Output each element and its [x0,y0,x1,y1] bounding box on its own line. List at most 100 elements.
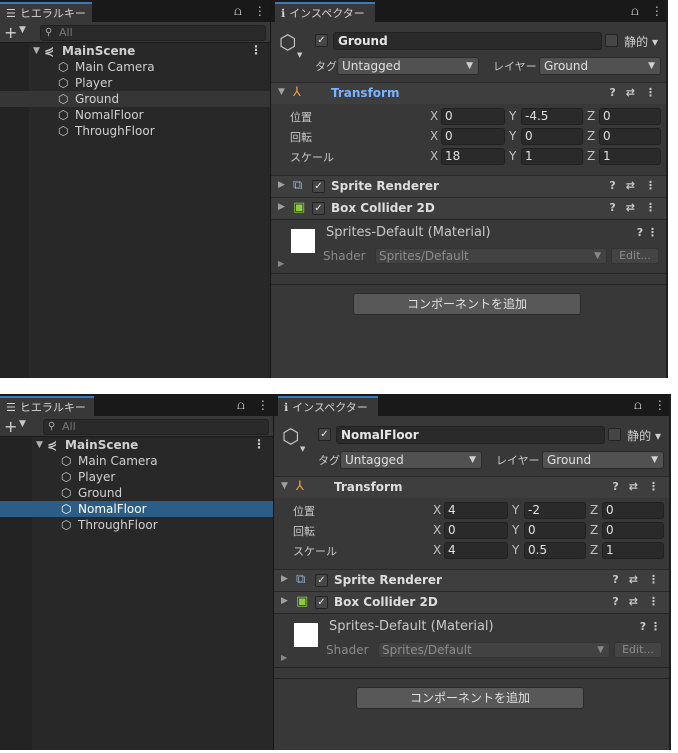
material-header-icons[interactable]: ? ⋮ [640,620,661,633]
hierarchy-item-throughfloor[interactable]: ⬡ ThroughFloor [0,517,273,533]
expand-arrow-icon[interactable]: ▼ [33,46,40,56]
axis-y-label[interactable]: Y [509,129,516,143]
help-icon[interactable]: ? [612,573,618,586]
axis-z-label[interactable]: Z [587,129,595,143]
rotation-z-field[interactable]: 0 [599,128,661,145]
help-icon[interactable]: ? [609,86,615,99]
scale-z-field[interactable]: 1 [599,148,661,165]
axis-x-label[interactable]: X [430,149,438,163]
hierarchy-item-player[interactable]: ⬡ Player [0,469,273,485]
tag-dropdown[interactable]: Untagged ▼ [337,57,479,75]
preset-icon[interactable]: ⇄ [626,86,635,99]
static-checkbox[interactable] [605,34,618,47]
static-dropdown[interactable]: 静的 ▾ [624,33,658,50]
help-icon[interactable]: ? [609,179,615,192]
gameobject-cube-icon[interactable]: ⬡ [282,424,299,448]
preset-icon[interactable]: ⇄ [629,480,638,493]
box-collider-enabled-checkbox[interactable]: ✓ [312,202,325,215]
fold-arrow-icon[interactable]: ▼ [278,87,285,97]
kebab-menu-icon[interactable]: ⋮ [254,4,266,19]
scale-x-field[interactable]: 18 [441,148,505,165]
position-y-field[interactable]: -4.5 [521,108,583,125]
transform-header[interactable]: ▼ ⅄ Transform ? ⇄ ⋮ [274,476,669,498]
axis-y-label[interactable]: Y [509,109,516,123]
hierarchy-item-throughfloor[interactable]: ⬡ ThroughFloor [0,123,270,139]
static-checkbox[interactable] [608,428,621,441]
kebab-menu-icon[interactable]: ⋮ [257,398,269,413]
axis-y-label[interactable]: Y [512,503,519,517]
shader-dropdown[interactable]: Sprites/Default ▼ [378,642,610,658]
fold-arrow-icon[interactable]: ▶ [281,574,288,584]
chevron-down-icon[interactable]: ▼ [300,445,305,453]
kebab-menu-icon[interactable]: ⋮ [651,4,663,19]
sprite-renderer-enabled-checkbox[interactable]: ✓ [312,180,325,193]
material-preview[interactable] [294,623,318,647]
scale-y-field[interactable]: 1 [521,148,583,165]
add-object-button[interactable]: + [4,23,17,42]
help-icon[interactable]: ? [640,620,646,633]
gameobject-cube-icon[interactable]: ⬡ [279,30,296,54]
axis-x-label[interactable]: X [433,523,441,537]
hierarchy-tab[interactable]: ☰ ヒエラルキー [0,396,94,416]
active-checkbox[interactable]: ✓ [318,428,331,441]
chevron-down-icon[interactable]: ▼ [19,25,26,35]
axis-x-label[interactable]: X [433,503,441,517]
box-collider-header[interactable]: ▶ ▣ ✓ Box Collider 2D ? ⇄ ⋮ [271,197,666,219]
hierarchy-item-ground[interactable]: ⬡ Ground [0,485,273,501]
lock-icon[interactable]: ⩍ [634,398,642,413]
axis-y-label[interactable]: Y [509,149,516,163]
axis-z-label[interactable]: Z [590,543,598,557]
object-name-input[interactable]: Ground [333,32,602,50]
kebab-menu-icon[interactable]: ⋮ [645,86,656,99]
chevron-down-icon[interactable]: ▼ [297,51,302,59]
box-collider-header[interactable]: ▶ ▣ ✓ Box Collider 2D ? ⇄ ⋮ [274,591,669,613]
hierarchy-item-main-camera[interactable]: ⬡ Main Camera [0,453,273,469]
scale-z-field[interactable]: 1 [602,542,664,559]
kebab-menu-icon[interactable]: ⋮ [648,573,659,586]
fold-arrow-icon[interactable]: ▶ [278,202,285,212]
rotation-y-field[interactable]: 0 [524,522,586,539]
axis-y-label[interactable]: Y [512,523,519,537]
preset-icon[interactable]: ⇄ [626,179,635,192]
axis-z-label[interactable]: Z [590,503,598,517]
hierarchy-tab[interactable]: ☰ ヒエラルキー [0,2,92,22]
axis-x-label[interactable]: X [433,543,441,557]
sprite-renderer-header[interactable]: ▶ ⧉ ✓ Sprite Renderer ? ⇄ ⋮ [271,175,666,197]
inspector-tab[interactable]: ℹ インスペクター [278,396,378,416]
scale-x-field[interactable]: 4 [444,542,508,559]
axis-z-label[interactable]: Z [587,109,595,123]
kebab-menu-icon[interactable]: ⋮ [645,179,656,192]
box-collider-enabled-checkbox[interactable]: ✓ [315,596,328,609]
position-x-field[interactable]: 0 [441,108,505,125]
axis-y-label[interactable]: Y [512,543,519,557]
preset-icon[interactable]: ⇄ [626,201,635,214]
hierarchy-item-ground[interactable]: ⬡ Ground [0,91,270,107]
sprite-renderer-enabled-checkbox[interactable]: ✓ [315,574,328,587]
axis-z-label[interactable]: Z [587,149,595,163]
axis-x-label[interactable]: X [430,129,438,143]
lock-icon[interactable]: ⩍ [237,398,245,413]
active-checkbox[interactable]: ✓ [315,34,328,47]
help-icon[interactable]: ? [609,201,615,214]
fold-arrow-icon[interactable]: ▼ [281,481,288,491]
kebab-menu-icon[interactable]: ⋮ [645,201,656,214]
help-icon[interactable]: ? [637,226,643,239]
position-y-field[interactable]: -2 [524,502,586,519]
add-object-button[interactable]: + [4,417,17,436]
position-x-field[interactable]: 4 [444,502,508,519]
rotation-x-field[interactable]: 0 [441,128,505,145]
rotation-y-field[interactable]: 0 [521,128,583,145]
hierarchy-item-main-camera[interactable]: ⬡ Main Camera [0,59,270,75]
kebab-menu-icon[interactable]: ⋮ [654,398,666,413]
rotation-x-field[interactable]: 0 [444,522,508,539]
fold-arrow-icon[interactable]: ▶ [278,180,285,190]
inspector-tab[interactable]: ℹ インスペクター [275,2,375,22]
kebab-menu-icon[interactable]: ⋮ [648,480,659,493]
material-header-icons[interactable]: ? ⋮ [637,226,658,239]
sprite-renderer-header[interactable]: ▶ ⧉ ✓ Sprite Renderer ? ⇄ ⋮ [274,569,669,591]
preset-icon[interactable]: ⇄ [629,595,638,608]
scene-row[interactable]: ▼ ⋞ MainScene ⋮ [0,437,273,453]
lock-icon[interactable]: ⩍ [234,4,242,19]
fold-arrow-icon[interactable]: ▶ [278,259,284,268]
scene-row[interactable]: ▼ ⋞ MainScene ⋮ [0,43,270,59]
